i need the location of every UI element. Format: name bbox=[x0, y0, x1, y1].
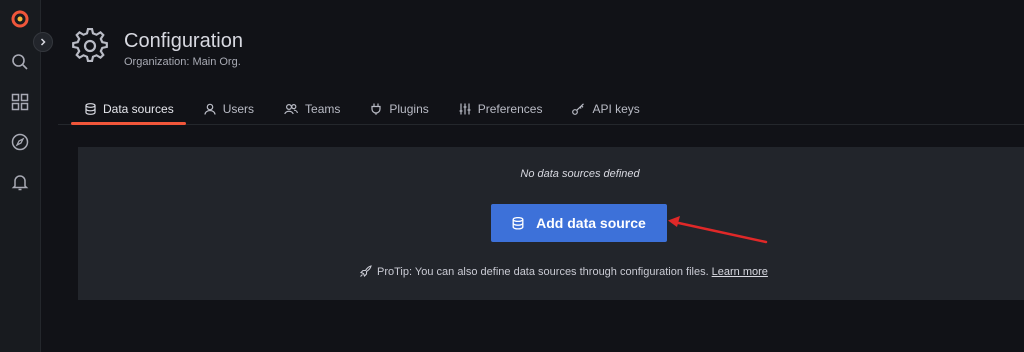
empty-list-panel: No data sources defined Add data source … bbox=[78, 147, 1024, 300]
tab-label: Data sources bbox=[103, 102, 174, 116]
dashboards-icon[interactable] bbox=[9, 91, 31, 113]
sliders-icon bbox=[459, 103, 471, 115]
page-header: Configuration Organization: Main Org. Da… bbox=[58, 0, 1024, 125]
users-icon bbox=[284, 103, 299, 115]
tab-teams[interactable]: Teams bbox=[270, 96, 352, 122]
explore-icon[interactable] bbox=[9, 131, 31, 153]
tab-label: API keys bbox=[592, 102, 640, 116]
tab-label: Preferences bbox=[477, 102, 543, 116]
side-menu bbox=[0, 0, 41, 352]
protip: ProTip: You can also define data sources… bbox=[359, 265, 768, 278]
empty-state-message: No data sources defined bbox=[520, 168, 640, 180]
database-icon bbox=[85, 103, 96, 115]
user-icon bbox=[204, 103, 216, 115]
database-icon bbox=[512, 216, 524, 230]
learn-more-link[interactable]: Learn more bbox=[712, 266, 768, 278]
tab-users[interactable]: Users bbox=[190, 96, 266, 122]
add-data-source-button[interactable]: Add data source bbox=[491, 204, 667, 242]
page-title: Configuration bbox=[124, 30, 243, 52]
page-subtitle: Organization: Main Org. bbox=[124, 56, 241, 68]
tab-label: Plugins bbox=[389, 102, 429, 116]
tab-data-sources[interactable]: Data sources bbox=[71, 96, 186, 125]
search-icon[interactable] bbox=[9, 51, 31, 73]
tab-label: Users bbox=[222, 102, 255, 116]
tab-preferences[interactable]: Preferences bbox=[445, 96, 555, 122]
expand-menu-button[interactable] bbox=[33, 32, 53, 52]
config-tabs: Data sources Users Teams Plugins Prefere… bbox=[71, 96, 656, 125]
tab-api-keys[interactable]: API keys bbox=[558, 96, 651, 122]
plug-icon bbox=[371, 103, 381, 115]
gear-icon bbox=[72, 28, 108, 63]
annotation-arrow-icon bbox=[668, 216, 768, 244]
tab-plugins[interactable]: Plugins bbox=[356, 96, 440, 122]
key-icon bbox=[572, 103, 585, 115]
protip-text: ProTip: You can also define data sources… bbox=[377, 265, 709, 278]
chevron-right-icon bbox=[40, 38, 46, 46]
rocket-icon bbox=[360, 265, 372, 277]
add-data-source-label: Add data source bbox=[536, 215, 646, 231]
tab-label: Teams bbox=[305, 102, 341, 116]
grafana-logo-icon[interactable] bbox=[9, 8, 31, 30]
alerting-bell-icon[interactable] bbox=[9, 171, 31, 193]
